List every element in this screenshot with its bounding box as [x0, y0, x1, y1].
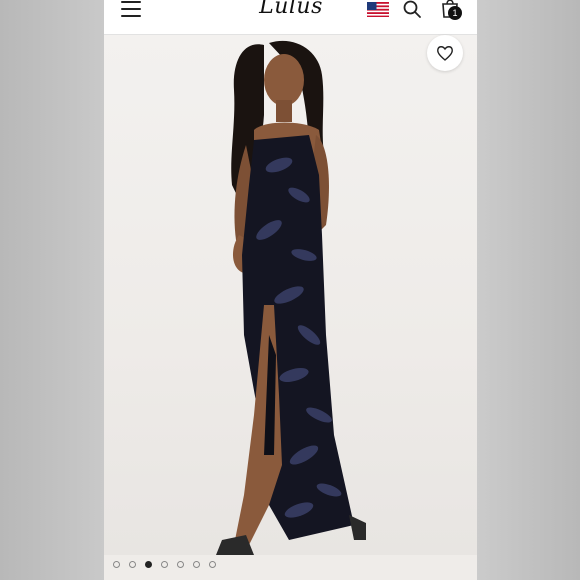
us-flag-icon[interactable] [367, 2, 389, 17]
carousel-dot-active[interactable] [145, 561, 152, 568]
carousel-dot[interactable] [129, 561, 136, 568]
wishlist-button[interactable] [427, 35, 463, 71]
search-icon[interactable] [402, 0, 422, 19]
site-header: Lulus 1 [104, 0, 477, 35]
carousel-dot[interactable] [193, 561, 200, 568]
phone-screen: Lulus 1 [104, 0, 477, 580]
cart-count-badge: 1 [448, 6, 462, 20]
model-in-dress-image [216, 40, 366, 555]
carousel-dot[interactable] [209, 561, 216, 568]
heart-icon [437, 46, 453, 61]
site-logo[interactable]: Lulus [254, 0, 328, 22]
carousel-dot[interactable] [113, 561, 120, 568]
carousel-indicators [104, 559, 477, 573]
left-background [0, 0, 104, 580]
carousel-dot[interactable] [177, 561, 184, 568]
carousel-dot[interactable] [161, 561, 168, 568]
right-background [477, 0, 580, 580]
product-photo[interactable] [104, 35, 477, 555]
hamburger-menu-icon[interactable] [121, 1, 141, 17]
